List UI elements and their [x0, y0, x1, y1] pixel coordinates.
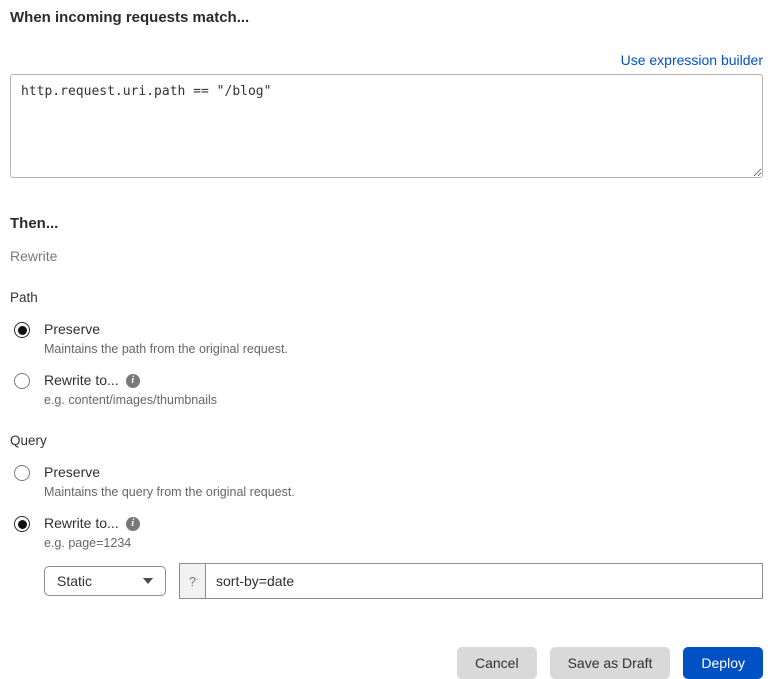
info-icon[interactable]: i: [125, 373, 140, 388]
query-rewrite-value-row: Static ?: [44, 563, 763, 599]
query-rewrite-label[interactable]: Rewrite to...: [44, 515, 119, 532]
path-rewrite-radio[interactable]: [14, 373, 30, 389]
query-preserve-description: Maintains the query from the original re…: [44, 485, 295, 499]
query-rewrite-description: e.g. page=1234: [44, 536, 132, 550]
footer-actions: Cancel Save as Draft Deploy: [10, 647, 763, 679]
path-preserve-description: Maintains the path from the original req…: [44, 342, 288, 356]
save-as-draft-button[interactable]: Save as Draft: [549, 647, 671, 679]
use-expression-builder-link[interactable]: Use expression builder: [621, 52, 763, 69]
query-preserve-label[interactable]: Preserve: [44, 464, 100, 481]
rewrite-rule-form: When incoming requests match... Use expr…: [0, 0, 778, 679]
path-rewrite-option: Rewrite to... i e.g. content/images/thum…: [10, 372, 763, 408]
cancel-button[interactable]: Cancel: [456, 647, 537, 679]
chevron-down-icon: [143, 578, 153, 584]
query-preserve-radio[interactable]: [14, 465, 30, 481]
path-rewrite-description: e.g. content/images/thumbnails: [44, 393, 218, 407]
path-preserve-radio[interactable]: [14, 322, 30, 338]
query-preserve-option: Preserve Maintains the query from the or…: [10, 464, 763, 500]
query-value-input-group: ?: [179, 563, 763, 599]
query-rewrite-radio[interactable]: [14, 516, 30, 532]
deploy-button[interactable]: Deploy: [683, 647, 763, 679]
match-heading: When incoming requests match...: [10, 9, 250, 26]
value-type-selected-label: Static: [57, 573, 93, 589]
query-value-input[interactable]: [206, 564, 762, 598]
query-rewrite-option: Rewrite to... i e.g. page=1234: [10, 515, 763, 551]
expression-editor-textarea[interactable]: http.request.uri.path == "/blog": [10, 74, 763, 178]
path-rewrite-label[interactable]: Rewrite to...: [44, 372, 119, 389]
expression-builder-row: Use expression builder: [10, 52, 763, 69]
action-label: Rewrite: [10, 248, 58, 264]
query-group-label: Query: [10, 433, 47, 448]
value-type-select[interactable]: Static: [44, 566, 166, 596]
path-preserve-label[interactable]: Preserve: [44, 321, 100, 338]
info-icon[interactable]: i: [125, 516, 140, 531]
question-mark-prefix: ?: [180, 564, 206, 598]
then-heading: Then...: [10, 215, 59, 232]
path-preserve-option: Preserve Maintains the path from the ori…: [10, 321, 763, 357]
path-group-label: Path: [10, 290, 38, 305]
